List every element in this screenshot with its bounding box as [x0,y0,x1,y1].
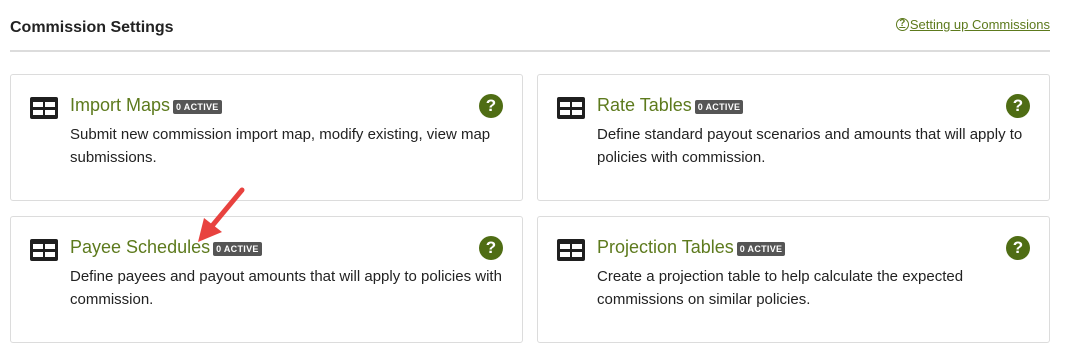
table-icon [557,97,585,119]
question-circle-icon[interactable]: ? [1006,236,1030,260]
setting-up-commissions-link[interactable]: ? Setting up Commissions [895,17,1050,32]
page-title: Commission Settings [10,19,174,36]
question-circle-icon[interactable]: ? [1006,94,1030,118]
card-title[interactable]: Import Maps [70,95,170,116]
card-projection-tables[interactable]: Projection Tables 0 ACTIVE Create a proj… [537,216,1050,343]
page-header: Commission Settings ? Setting up Commiss… [10,0,1050,52]
active-count-badge: 0 ACTIVE [173,100,222,114]
card-import-maps[interactable]: Import Maps 0 ACTIVE Submit new commissi… [10,74,523,201]
question-circle-icon: ? [895,18,909,31]
question-circle-icon[interactable]: ? [479,236,503,260]
active-count-badge: 0 ACTIVE [736,242,786,256]
card-title[interactable]: Rate Tables [597,95,692,116]
card-description: Create a projection table to help calcul… [597,268,964,308]
table-icon [30,97,58,119]
annotation-arrow-icon [198,187,245,242]
card-title-row: Rate Tables 0 ACTIVE [597,95,744,116]
card-title-row: Projection Tables 0 ACTIVE [597,237,786,258]
card-description: Submit new commission import map, modify… [70,126,491,166]
card-description: Define standard payout scenarios and amo… [597,126,1023,166]
card-title[interactable]: Projection Tables [597,237,734,258]
card-rate-tables[interactable]: Rate Tables 0 ACTIVE Define standard pay… [537,74,1050,201]
card-payee-schedules[interactable]: Payee Schedules 0 ACTIVE Define payees a… [10,216,523,343]
card-title-row: Import Maps 0 ACTIVE [70,95,222,116]
question-circle-icon[interactable]: ? [479,94,503,118]
active-count-badge: 0 ACTIVE [694,100,744,114]
card-description: Define payees and payout amounts that wi… [70,268,502,308]
help-link-label: Setting up Commissions [909,17,1050,32]
table-icon [557,239,585,261]
table-icon [30,239,58,261]
